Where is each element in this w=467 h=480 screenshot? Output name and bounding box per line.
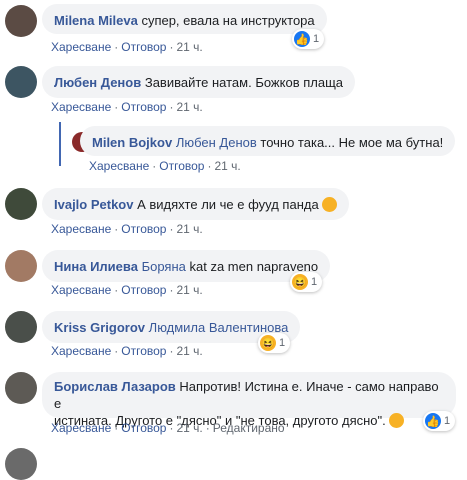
reaction-summary[interactable]: 😆 1 [290, 272, 323, 292]
timestamp[interactable]: 21 ч. [176, 283, 202, 297]
comment-actions: Харесване · Отговор · 21 ч. [51, 344, 203, 358]
laughing-emoji-icon [389, 413, 405, 428]
avatar[interactable] [5, 250, 37, 282]
timestamp[interactable]: 21 ч. [176, 40, 202, 54]
like-link[interactable]: Харесване [51, 283, 111, 297]
like-link[interactable]: Харесване [89, 159, 149, 173]
reaction-summary[interactable]: 👍 1 [423, 411, 456, 431]
edited-label[interactable]: Редактирано [213, 421, 285, 435]
comment-actions: Харесване · Отговор · 21 ч. [51, 222, 203, 236]
avatar[interactable] [5, 188, 37, 220]
comment-bubble: Ivajlo Petkov А видяхте ли че е фууд пан… [42, 188, 350, 220]
reply-link[interactable]: Отговор [121, 283, 166, 297]
like-link[interactable]: Харесване [51, 222, 111, 236]
comment-text: А видяхте ли че е фууд панда [137, 197, 319, 212]
mention-tag[interactable]: Любен Денов [176, 135, 257, 150]
comment-author[interactable]: Ivajlo Petkov [54, 197, 133, 212]
comment-actions: Харесване · Отговор · 21 ч. [51, 100, 203, 114]
comment-line-1: Борислав Лазаров Напротив! Истина е. Ина… [54, 378, 444, 412]
separator-dot: · [114, 421, 119, 435]
timestamp[interactable]: 21 ч. [176, 344, 202, 358]
separator-dot: · [169, 283, 174, 297]
avatar[interactable] [5, 448, 37, 480]
comment-bubble: Борислав Лазаров Напротив! Истина е. Ина… [42, 372, 456, 428]
reply-thread-line [59, 122, 61, 166]
like-link[interactable]: Харесване [51, 40, 111, 54]
comment-bubble: Milena Mileva супер, евала на инструктор… [42, 4, 327, 34]
timestamp[interactable]: 21 ч. [176, 421, 202, 435]
avatar[interactable] [5, 372, 37, 404]
separator-dot: · [169, 222, 174, 236]
reaction-summary[interactable]: 😆 1 [258, 333, 291, 353]
comment-actions: Харесване · Отговор · 21 ч. [51, 283, 203, 297]
reply-link[interactable]: Отговор [121, 344, 166, 358]
separator-dot: · [114, 222, 119, 236]
reply-link[interactable]: Отговор [159, 159, 204, 173]
separator-dot: · [114, 283, 119, 297]
like-link[interactable]: Харесване [51, 421, 111, 435]
comment-author[interactable]: Любен Денов [54, 75, 141, 90]
comment-bubble: Нина Илиева Боряна kat za men napraveno [42, 250, 331, 282]
reply-bubble: Milen Bojkov Любен Денов точно така... Н… [80, 126, 456, 156]
comment-text: точно така... Не мое ма бутна! [260, 135, 444, 150]
separator-dot: · [169, 421, 174, 435]
reaction-summary[interactable]: 👍 1 [292, 29, 325, 49]
like-link[interactable]: Харесване [51, 100, 111, 114]
reply-link[interactable]: Отговор [121, 421, 166, 435]
comment-actions: Харесване · Отговор · 21 ч. · Редактирано [51, 421, 285, 435]
separator-dot: · [205, 421, 210, 435]
comment-actions: Харесване · Отговор · 21 ч. [51, 40, 203, 54]
laughing-emoji-icon: 😆 [292, 274, 308, 290]
comment-text: Завивайте натам. Божков плаща [144, 75, 343, 90]
reaction-count: 1 [311, 276, 318, 288]
timestamp[interactable]: 21 ч. [176, 222, 202, 236]
separator-dot: · [114, 100, 119, 114]
reaction-count: 1 [279, 337, 286, 349]
comment-text: супер, евала на инструктора [141, 13, 315, 28]
reply-link[interactable]: Отговор [121, 40, 166, 54]
comment-author[interactable]: Milen Bojkov [92, 135, 172, 150]
avatar[interactable] [5, 311, 37, 343]
mention-tag[interactable]: Боряна [142, 259, 186, 274]
timestamp[interactable]: 21 ч. [214, 159, 240, 173]
laughing-emoji-icon [322, 197, 338, 212]
separator-dot: · [169, 100, 174, 114]
separator-dot: · [169, 344, 174, 358]
laughing-emoji-icon: 😆 [260, 335, 276, 351]
comment-author[interactable]: Нина Илиева [54, 259, 138, 274]
avatar[interactable] [5, 5, 37, 37]
separator-dot: · [114, 344, 119, 358]
comment-bubble: Любен Денов Завивайте натам. Божков плащ… [42, 66, 355, 98]
like-icon: 👍 [425, 413, 441, 429]
avatar[interactable] [5, 66, 37, 98]
comment-actions: Харесване · Отговор · 21 ч. [89, 159, 241, 173]
comment-author[interactable]: Milena Mileva [54, 13, 138, 28]
separator-dot: · [152, 159, 157, 173]
timestamp[interactable]: 21 ч. [176, 100, 202, 114]
comment-author[interactable]: Kriss Grigorov [54, 320, 145, 335]
separator-dot: · [114, 40, 119, 54]
like-icon: 👍 [294, 31, 310, 47]
like-link[interactable]: Харесване [51, 344, 111, 358]
comment-author[interactable]: Борислав Лазаров [54, 379, 176, 394]
reaction-count: 1 [444, 415, 451, 427]
reply-link[interactable]: Отговор [121, 222, 166, 236]
separator-dot: · [169, 40, 174, 54]
reaction-count: 1 [313, 33, 320, 45]
reply-link[interactable]: Отговор [121, 100, 166, 114]
separator-dot: · [207, 159, 212, 173]
